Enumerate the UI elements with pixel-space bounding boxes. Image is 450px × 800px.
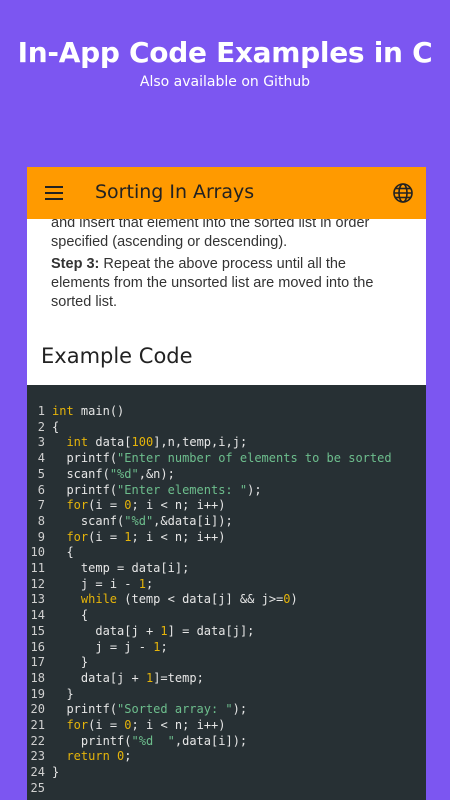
app-bar: Sorting In Arrays <box>27 167 426 219</box>
code-text: data[j + 1]=temp; <box>80 670 204 685</box>
code-line: 19 } <box>27 687 392 703</box>
code-line: 5 scanf("%d",&n); <box>27 467 392 483</box>
code-line: 3 int data[100],n,temp,i,j; <box>27 435 392 451</box>
code-line: 13 while (temp < data[j] && j>=0) <box>27 592 392 608</box>
line-number: 10 <box>30 545 45 560</box>
line-number: 15 <box>30 623 45 638</box>
code-text: int data[100],n,temp,i,j; <box>66 435 248 450</box>
code-text: j = j - 1; <box>95 639 168 654</box>
code-text: scanf("%d",&n); <box>66 466 175 481</box>
line-number: 14 <box>30 608 45 623</box>
code-text: printf("Enter number of elements to be s… <box>66 451 392 466</box>
code-text: data[j + 1] = data[j]; <box>95 623 255 638</box>
code-line: 17 } <box>27 655 392 671</box>
code-text: for(i = 0; i < n; i++) <box>66 718 226 733</box>
line-number: 23 <box>30 749 45 764</box>
globe-icon[interactable] <box>391 181 415 205</box>
code-text: { <box>52 545 74 560</box>
line-number: 6 <box>37 482 45 497</box>
line-number: 2 <box>37 419 45 434</box>
code-line: 1 int main() <box>27 404 392 420</box>
app-bar-title: Sorting In Arrays <box>95 181 255 203</box>
code-text: { <box>52 419 60 434</box>
code-text: scanf("%d",&data[i]); <box>80 513 233 528</box>
code-text: printf("%d ",data[i]); <box>80 733 248 748</box>
code-line: 4 printf("Enter number of elements to be… <box>27 451 392 467</box>
line-number: 1 <box>37 404 45 418</box>
promo-subtitle: Also available on Github <box>139 74 311 90</box>
code-text: } <box>52 765 60 780</box>
code-line: 14 { <box>27 608 392 624</box>
line-number: 16 <box>30 639 45 654</box>
line-number: 8 <box>37 513 45 528</box>
code-line: 22 printf("%d ",data[i]); <box>27 734 392 750</box>
article-content: and insert that element into the sorted … <box>27 215 426 368</box>
line-number: 4 <box>37 451 45 466</box>
step-3-label: Step 3: <box>51 256 100 272</box>
code-text: int main() <box>52 404 125 418</box>
code-text: for(i = 1; i < n; i++) <box>66 529 226 544</box>
code-text: return 0; <box>66 749 132 764</box>
code-line: 20 printf("Sorted array: "); <box>27 702 392 718</box>
code-line: 21 for(i = 0; i < n; i++) <box>27 718 392 734</box>
line-number: 5 <box>37 466 45 481</box>
code-line: 18 data[j + 1]=temp; <box>27 671 392 687</box>
code-text: } <box>52 655 89 670</box>
line-number: 20 <box>30 702 45 717</box>
description-paragraph: and insert that element into the sorted … <box>51 215 370 250</box>
code-text: j = i - 1; <box>80 576 154 591</box>
line-number: 21 <box>30 718 45 733</box>
line-number: 17 <box>30 655 45 670</box>
code-line: 25 <box>27 781 392 797</box>
step-3-paragraph: Step 3: Repeat the above process until a… <box>27 255 426 312</box>
code-line: 23 return 0; <box>27 749 392 765</box>
code-line: 10 { <box>27 545 392 561</box>
code-line: 16 j = j - 1; <box>27 640 392 656</box>
promo-title: In-App Code Examples in C <box>17 36 433 69</box>
phone-screen: Sorting In Arrays and insert that elemen… <box>27 167 426 800</box>
code-line: 11 temp = data[i]; <box>27 561 392 577</box>
line-number: 24 <box>30 765 45 780</box>
code-text: while (temp < data[j] && j>=0) <box>80 592 298 607</box>
code-block: 1 int main() 2{3 int data[100],n,temp,i,j;… <box>27 385 426 800</box>
line-number: 9 <box>37 529 45 544</box>
line-number: 18 <box>30 670 45 685</box>
hamburger-menu-icon[interactable] <box>45 186 63 200</box>
section-title: Example Code <box>41 344 193 368</box>
code-line: 7 for(i = 0; i < n; i++) <box>27 498 392 514</box>
step-3-text: Repeat the above process until all the e… <box>51 256 374 310</box>
line-number: 3 <box>37 435 45 450</box>
line-number: 19 <box>30 686 45 701</box>
code-text: { <box>52 608 89 623</box>
code-text: for(i = 0; i < n; i++) <box>66 498 226 513</box>
line-number: 13 <box>30 592 45 607</box>
line-number: 25 <box>30 780 45 795</box>
code-text: temp = data[i]; <box>80 561 190 576</box>
code-line: 6 printf("Enter elements: "); <box>27 483 392 499</box>
code-text: printf("Enter elements: "); <box>66 482 262 497</box>
line-number: 22 <box>30 733 45 748</box>
code-line: 15 data[j + 1] = data[j]; <box>27 624 392 640</box>
line-number: 12 <box>30 576 45 591</box>
code-text: printf("Sorted array: "); <box>66 702 248 717</box>
code-line: 24} <box>27 765 392 781</box>
code-line: 12 j = i - 1; <box>27 577 392 593</box>
code-line: 2{ <box>27 420 392 436</box>
line-number: 11 <box>30 561 45 576</box>
code-lines: 1 int main() 2{3 int data[100],n,temp,i,j;… <box>27 404 392 797</box>
code-line: 9 for(i = 1; i < n; i++) <box>27 530 392 546</box>
code-line: 8 scanf("%d",&data[i]); <box>27 514 392 530</box>
line-number: 7 <box>37 498 45 513</box>
code-text: } <box>52 686 74 701</box>
